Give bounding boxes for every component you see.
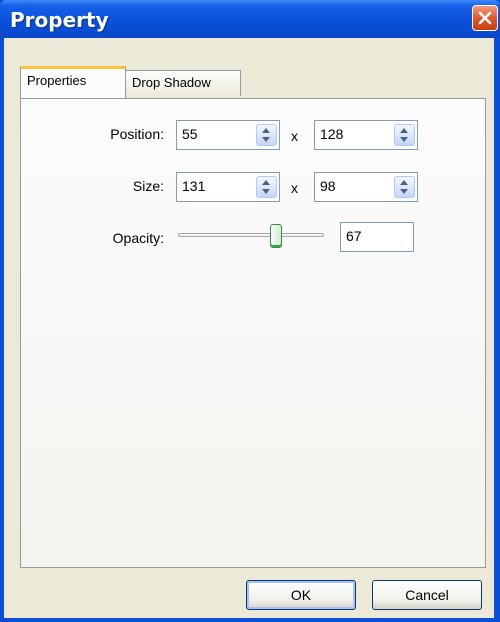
- position-y-stepper[interactable]: 128: [314, 120, 418, 150]
- position-y-value: 128: [320, 126, 344, 142]
- size-height-spin[interactable]: [394, 176, 415, 198]
- title-bar[interactable]: Property: [0, 0, 500, 38]
- cancel-button[interactable]: Cancel: [372, 580, 482, 610]
- size-height-stepper[interactable]: 98: [314, 172, 418, 202]
- close-x-icon: [478, 11, 492, 25]
- opacity-slider-thumb[interactable]: [269, 224, 282, 248]
- arrow-down-icon[interactable]: [262, 189, 270, 194]
- position-x-value: 55: [182, 126, 198, 142]
- opacity-label: Opacity:: [112, 230, 164, 246]
- position-label: Position:: [110, 126, 164, 142]
- size-height-value: 98: [320, 178, 336, 194]
- size-width-value: 131: [182, 178, 206, 194]
- property-dialog: Property Properties Drop Shadow Position…: [0, 0, 500, 622]
- arrow-down-icon[interactable]: [400, 189, 408, 194]
- tab-drop-shadow[interactable]: Drop Shadow: [125, 70, 241, 96]
- window-title: Property: [10, 8, 109, 32]
- arrow-up-icon[interactable]: [400, 128, 408, 133]
- size-width-spin[interactable]: [256, 176, 277, 198]
- arrow-down-icon[interactable]: [262, 137, 270, 142]
- tab-label: Properties: [27, 73, 87, 88]
- tab-properties[interactable]: Properties: [20, 66, 126, 98]
- arrow-up-icon[interactable]: [400, 180, 408, 185]
- arrow-up-icon[interactable]: [262, 180, 270, 185]
- ok-button[interactable]: OK: [246, 580, 356, 610]
- tab-label: Drop Shadow: [132, 75, 211, 90]
- position-y-spin[interactable]: [394, 124, 415, 146]
- dialog-body: Properties Drop Shadow Position: 55 x 12…: [4, 38, 494, 618]
- position-x-stepper[interactable]: 55: [176, 120, 280, 150]
- size-width-stepper[interactable]: 131: [176, 172, 280, 202]
- size-separator: x: [291, 180, 298, 196]
- position-separator: x: [291, 128, 298, 144]
- position-x-spin[interactable]: [256, 124, 277, 146]
- close-button[interactable]: [472, 5, 498, 31]
- opacity-value: 67: [346, 228, 362, 244]
- arrow-up-icon[interactable]: [262, 128, 270, 133]
- opacity-input[interactable]: 67: [340, 222, 414, 252]
- opacity-slider-track[interactable]: [178, 233, 324, 237]
- properties-panel: [20, 98, 486, 568]
- size-label: Size:: [132, 178, 164, 194]
- arrow-down-icon[interactable]: [400, 137, 408, 142]
